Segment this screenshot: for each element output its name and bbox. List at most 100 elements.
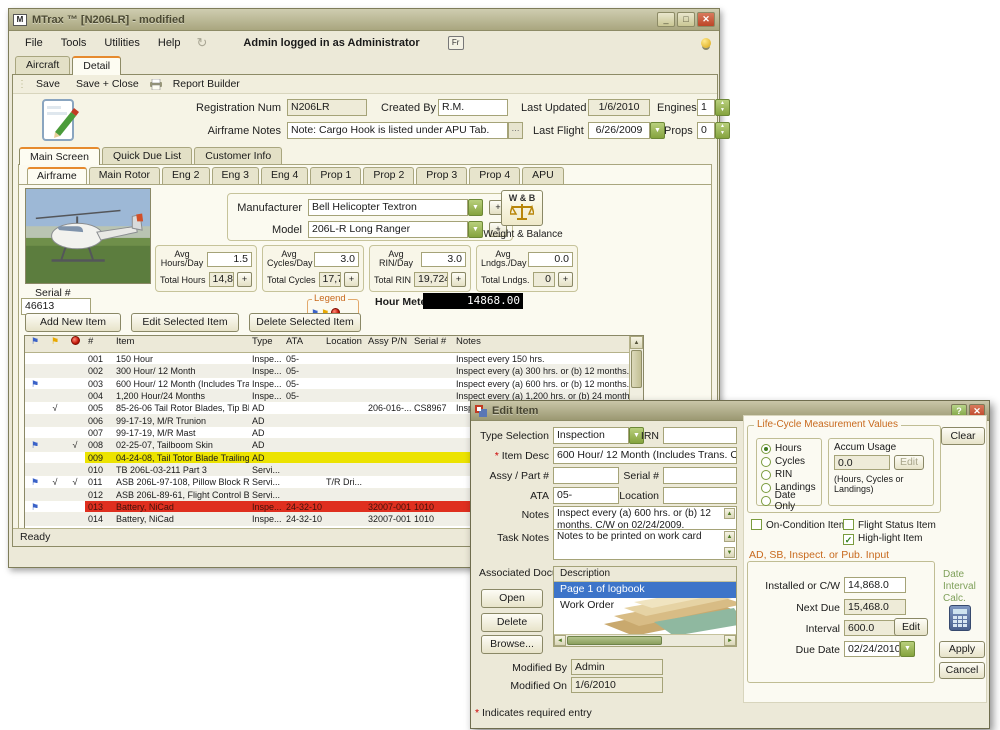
- props-input[interactable]: 0: [697, 122, 715, 139]
- notes-expand-icon[interactable]: ⋯: [508, 122, 523, 139]
- installed-input[interactable]: 14,868.0: [844, 577, 906, 593]
- flight-status-checkbox[interactable]: Flight Status Item: [843, 519, 936, 531]
- delete-document-button[interactable]: Delete: [481, 613, 543, 632]
- table-row[interactable]: 001150 HourInspe...05-Inspect every 150 …: [25, 353, 629, 365]
- registration-input[interactable]: N206LR: [287, 99, 367, 116]
- documents-header[interactable]: Description: [554, 567, 736, 582]
- scroll-thumb[interactable]: [631, 350, 642, 388]
- dlg-serial-input[interactable]: [663, 467, 737, 484]
- cancel-button[interactable]: Cancel: [939, 662, 985, 679]
- document-item[interactable]: Work Order: [554, 598, 736, 614]
- avg-rin-input[interactable]: 3.0: [421, 252, 466, 267]
- table-row[interactable]: ⚑003600 Hour/ 12 Month (Includes Tra...I…: [25, 378, 629, 390]
- close-button[interactable]: ✕: [697, 12, 715, 27]
- add-new-item-button[interactable]: Add New Item: [25, 313, 121, 332]
- fr-key-icon[interactable]: Fr: [448, 36, 464, 50]
- tab-apu[interactable]: APU: [522, 167, 564, 184]
- tab-quick-due-list[interactable]: Quick Due List: [102, 147, 192, 165]
- delete-selected-item-button[interactable]: Delete Selected Item: [249, 313, 361, 332]
- dlg-location-input[interactable]: [663, 487, 737, 504]
- created-by-input[interactable]: R.M.: [438, 99, 508, 116]
- tab-prop-3[interactable]: Prop 3: [416, 167, 467, 184]
- accum-usage-input[interactable]: 0.0: [834, 455, 890, 470]
- task-notes-textarea[interactable]: Notes to be printed on work card ▲▼: [553, 529, 737, 560]
- header-assy[interactable]: Assy P/N: [365, 336, 411, 352]
- on-condition-checkbox[interactable]: On-Condition Item: [751, 519, 847, 531]
- model-select[interactable]: 206L-R Long Ranger: [308, 221, 468, 238]
- due-date-input[interactable]: 02/24/2010: [844, 641, 900, 657]
- header-serial[interactable]: Serial #: [411, 336, 453, 352]
- engines-spinner[interactable]: ▲▼: [715, 99, 730, 116]
- report-builder-button[interactable]: Report Builder: [167, 76, 246, 92]
- tab-main-screen[interactable]: Main Screen: [19, 147, 100, 165]
- hscroll-left-icon[interactable]: ◄: [554, 635, 566, 646]
- avg-cycles-input[interactable]: 3.0: [314, 252, 359, 267]
- refresh-icon[interactable]: ↻: [197, 35, 208, 51]
- manufacturer-select[interactable]: Bell Helicopter Textron: [308, 199, 468, 216]
- tab-prop-2[interactable]: Prop 2: [363, 167, 414, 184]
- save-button[interactable]: Save: [30, 76, 66, 92]
- header-blue-flag-icon[interactable]: ⚑: [25, 336, 45, 352]
- engines-input[interactable]: 1: [697, 99, 715, 116]
- total-landings-input[interactable]: 0: [533, 272, 555, 287]
- menu-tools[interactable]: Tools: [53, 34, 95, 52]
- hscroll-right-icon[interactable]: ►: [724, 635, 736, 646]
- interval-edit-button[interactable]: Edit: [894, 618, 928, 636]
- tab-eng-2[interactable]: Eng 2: [162, 167, 209, 184]
- weight-balance-button[interactable]: W & B: [501, 190, 543, 226]
- due-date-dropdown-icon[interactable]: ▼: [900, 641, 915, 657]
- last-updated-input[interactable]: 1/6/2010: [588, 99, 650, 116]
- tab-prop-4[interactable]: Prop 4: [469, 167, 520, 184]
- save-close-button[interactable]: Save + Close: [70, 76, 145, 92]
- documents-hscrollbar[interactable]: ◄ ►: [554, 634, 736, 646]
- header-location[interactable]: Location: [323, 336, 365, 352]
- maximize-button[interactable]: □: [677, 12, 695, 27]
- radio-cycles[interactable]: Cycles: [761, 455, 817, 468]
- clear-button[interactable]: Clear: [941, 427, 985, 445]
- type-selection-select[interactable]: Inspection: [553, 427, 629, 444]
- tab-main-rotor[interactable]: Main Rotor: [89, 167, 160, 184]
- total-hours-input[interactable]: 14,868.0: [209, 272, 234, 287]
- total-landings-plus-button[interactable]: +: [558, 272, 573, 287]
- calculator-icon[interactable]: [949, 605, 971, 631]
- document-item[interactable]: Page 1 of logbook: [554, 582, 736, 598]
- total-cycles-input[interactable]: 17,749.0: [319, 272, 341, 287]
- minimize-button[interactable]: _: [657, 12, 675, 27]
- tab-eng-4[interactable]: Eng 4: [261, 167, 308, 184]
- total-hours-plus-button[interactable]: +: [237, 272, 252, 287]
- item-desc-input[interactable]: 600 Hour/ 12 Month (Includes Trans. Oil …: [553, 447, 737, 464]
- tab-airframe[interactable]: Airframe: [27, 167, 87, 184]
- airframe-notes-input[interactable]: Note: Cargo Hook is listed under APU Tab…: [287, 122, 508, 139]
- accum-edit-button[interactable]: Edit: [894, 455, 924, 470]
- radio-date-only[interactable]: Date Only: [761, 494, 817, 507]
- radio-hours[interactable]: Hours: [761, 442, 817, 455]
- notes-scroll-up-icon[interactable]: ▲: [724, 508, 735, 519]
- manufacturer-dropdown-icon[interactable]: ▼: [468, 199, 483, 216]
- menu-utilities[interactable]: Utilities: [96, 34, 147, 52]
- last-flight-dropdown-icon[interactable]: ▼: [650, 122, 665, 139]
- header-type[interactable]: Type: [249, 336, 283, 352]
- header-yellow-flag-icon[interactable]: ⚑: [45, 336, 65, 352]
- last-flight-input[interactable]: 6/26/2009: [588, 122, 650, 139]
- edit-selected-item-button[interactable]: Edit Selected Item: [131, 313, 239, 332]
- assy-part-input[interactable]: [553, 467, 619, 484]
- dlg-ata-input[interactable]: 05-: [553, 487, 619, 504]
- open-document-button[interactable]: Open: [481, 589, 543, 608]
- scroll-up-icon[interactable]: ▲: [630, 336, 643, 349]
- tab-prop-1[interactable]: Prop 1: [310, 167, 361, 184]
- props-spinner[interactable]: ▲▼: [715, 122, 730, 139]
- header-num[interactable]: #: [85, 336, 113, 352]
- header-red-target-icon[interactable]: [65, 336, 85, 352]
- header-notes[interactable]: Notes: [453, 336, 629, 352]
- total-rin-plus-button[interactable]: +: [451, 272, 466, 287]
- radio-rin[interactable]: RIN: [761, 468, 817, 481]
- menu-file[interactable]: File: [17, 34, 51, 52]
- task-scroll-up-icon[interactable]: ▲: [724, 531, 735, 542]
- titlebar[interactable]: M MTrax ™ [N206LR] - modified _ □ ✕: [9, 9, 719, 31]
- menu-help[interactable]: Help: [150, 34, 189, 52]
- total-rin-input[interactable]: 19,724.0: [414, 272, 448, 287]
- table-row[interactable]: 002300 Hour/ 12 MonthInspe...05-Inspect …: [25, 365, 629, 377]
- header-ata[interactable]: ATA: [283, 336, 323, 352]
- header-item[interactable]: Item: [113, 336, 249, 352]
- avg-landings-input[interactable]: 0.0: [528, 252, 573, 267]
